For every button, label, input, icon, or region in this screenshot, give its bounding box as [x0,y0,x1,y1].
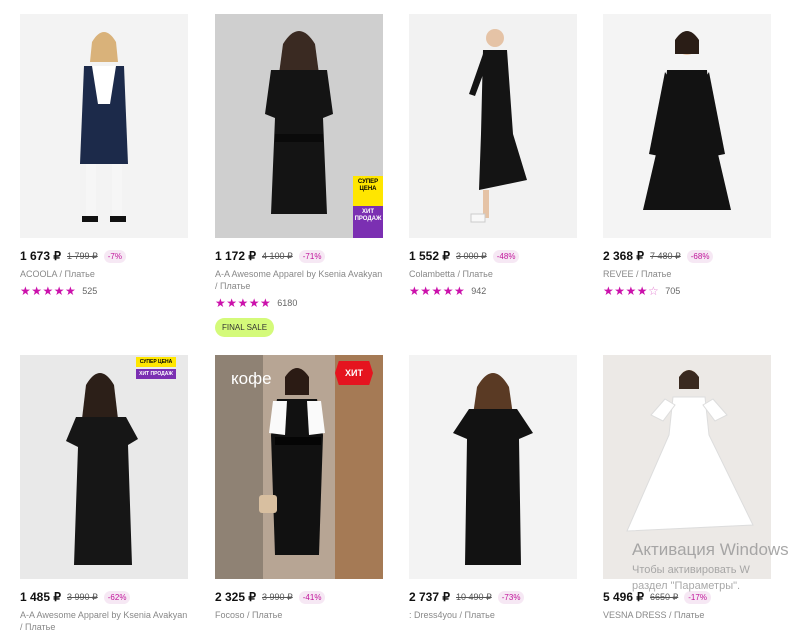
bestseller-badge: ХИТ ПРОДАЖ [353,206,383,238]
brand-name[interactable]: Focoso / Платье [215,609,383,621]
brand-name[interactable]: REVEE / Платье [603,268,771,280]
brand-name[interactable]: Colambetta / Платье [409,268,577,280]
product-image [409,355,577,579]
price: 2 325 ₽ [215,590,256,604]
final-sale-tag[interactable]: FINAL SALE [215,318,275,337]
old-price: 6650 ₽ [650,591,679,602]
product-image [409,14,577,238]
product-image [20,14,188,238]
watermark-line-2: Чтобы активировать W [632,564,750,576]
price: 5 496 ₽ [603,590,644,604]
watermark-line-3: раздел "Параметры". [632,580,741,592]
star-rating-icon: ★★★★★ [20,284,77,298]
old-price: 4 100 ₽ [262,250,293,261]
hit-badge: ХИТ [335,361,373,385]
product-card[interactable]: 1 673 ₽ 1 799 ₽ -7% ACOOLA / Платье ★★★★… [20,14,188,298]
star-rating-icon: ★★★★☆ [603,284,660,298]
product-photo[interactable] [603,14,771,238]
discount-badge: -73% [497,590,525,604]
super-price-badge: СУПЕР ЦЕНА [136,357,176,367]
windows-activation-watermark: Активация Windows Чтобы активировать W р… [632,540,790,592]
star-rating-icon: ★★★★★ [409,284,466,298]
product-card[interactable]: 1 552 ₽ 3 000 ₽ -48% Colambetta / Платье… [409,14,577,298]
product-card[interactable]: СУПЕР ЦЕНА ХИТ ПРОДАЖ 1 485 ₽ 3 990 ₽ -6… [20,355,188,633]
bestseller-badge: ХИТ ПРОДАЖ [136,369,176,379]
discount-badge: -68% [686,249,714,263]
price: 2 737 ₽ [409,590,450,604]
old-price: 3 000 ₽ [456,250,487,261]
product-card[interactable]: 2 368 ₽ 7 480 ₽ -68% REVEE / Платье ★★★★… [603,14,771,298]
brand-name[interactable]: : Dress4you / Платье [409,609,577,621]
price: 1 673 ₽ [20,249,61,263]
discount-badge: -7% [103,249,126,263]
product-image [20,355,188,579]
rating: ★★★★★ 942 [409,284,577,298]
rating: ★★★★★ 6180 [215,296,383,310]
product-photo[interactable]: СУПЕР ЦЕНА ХИТ ПРОДАЖ [20,355,188,579]
product-photo[interactable] [409,355,577,579]
brand-name[interactable]: A-A Awesome Apparel by Ksenia Avakyan / … [20,609,188,633]
price: 1 485 ₽ [20,590,61,604]
review-count: 942 [471,286,487,296]
discount-badge: -17% [684,590,711,604]
price: 1 172 ₽ [215,249,256,263]
photo-sign-text: кофе [231,369,272,388]
old-price: 3 990 ₽ [67,591,98,602]
product-photo[interactable] [409,14,577,238]
product-card[interactable]: кофе ХИТ 2 325 ₽ 3 990 ₽ -41% Focoso / П… [215,355,383,621]
rating: ★★★★☆ 705 [603,284,771,298]
review-count: 6180 [277,298,298,308]
product-card[interactable]: 2 737 ₽ 10 490 ₽ -73% : Dress4you / Плат… [409,355,577,621]
discount-badge: -62% [103,590,131,604]
review-count: 525 [82,286,98,296]
rating: ★★★★★ 525 [20,284,188,298]
star-rating-icon: ★★★★★ [215,296,272,310]
old-price: 3 990 ₽ [262,591,293,602]
price: 2 368 ₽ [603,249,644,263]
brand-name[interactable]: A-A Awesome Apparel by Ksenia Avakyan / … [215,268,383,292]
product-image [603,14,771,238]
watermark-title: Активация Windows [632,540,789,559]
brand-name[interactable]: ACOOLA / Платье [20,268,188,280]
discount-badge: -71% [298,249,326,263]
product-photo[interactable]: кофе ХИТ [215,355,383,579]
promo-badges: СУПЕР ЦЕНА ХИТ ПРОДАЖ [136,357,176,381]
super-price-badge: СУПЕР ЦЕНА [353,176,383,206]
brand-name[interactable]: VESNA DRESS / Платье [603,609,771,621]
discount-badge: -48% [492,249,520,263]
review-count: 705 [665,286,681,296]
old-price: 1 799 ₽ [67,250,98,261]
old-price: 7 480 ₽ [650,250,681,261]
old-price: 10 490 ₽ [456,591,492,602]
product-photo[interactable]: СУПЕР ЦЕНА ХИТ ПРОДАЖ [215,14,383,238]
product-card[interactable]: СУПЕР ЦЕНА ХИТ ПРОДАЖ 1 172 ₽ 4 100 ₽ -7… [215,14,383,337]
price: 1 552 ₽ [409,249,450,263]
product-photo[interactable] [20,14,188,238]
discount-badge: -41% [298,590,326,604]
